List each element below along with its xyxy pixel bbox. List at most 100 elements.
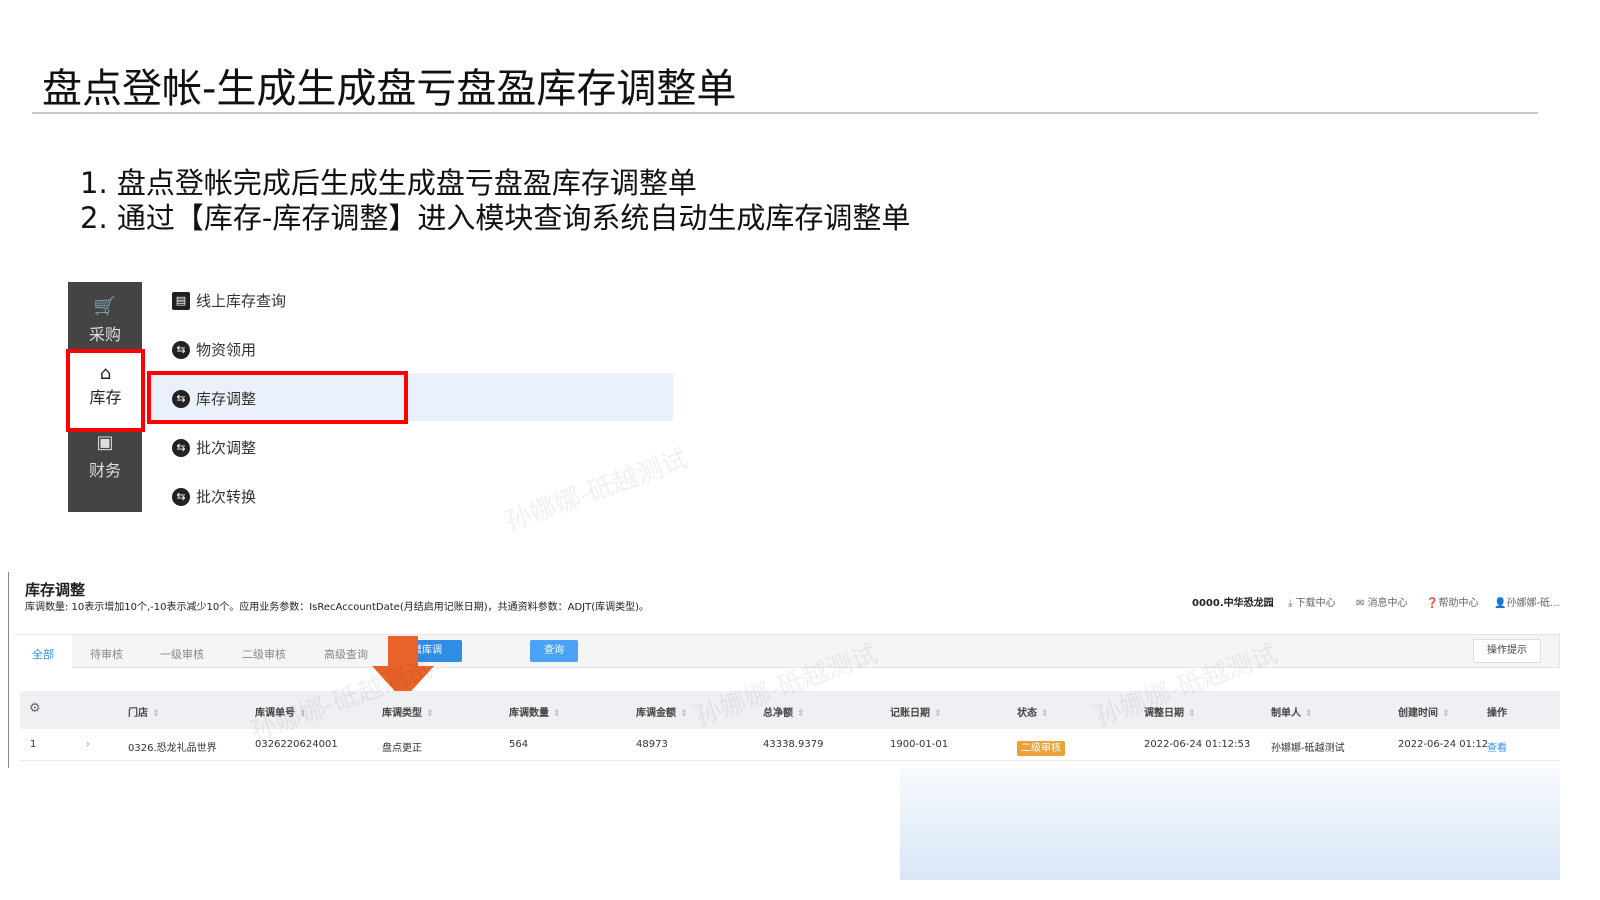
table-row-cell: 564 [509,739,528,750]
sort-icon[interactable]: ⇕ [1442,709,1450,719]
page-title: 库存调整 [25,581,86,599]
table-row-cell: 2022-06-24 01:12:53 [1144,739,1250,750]
column-header[interactable]: 库调金额 ⇕ [636,704,688,719]
download-center-link[interactable]: ⤓ 下载中心 [1288,594,1336,609]
table-cell: 48973 [636,739,668,750]
submenu-batch-adjust[interactable]: ⇆ 批次调整 [172,437,256,458]
exchange-icon: ⇆ [172,487,190,506]
sidebar-item-purchase[interactable]: 🛒 采购 [68,296,142,345]
help-center-link[interactable]: ❓帮助中心 [1426,594,1478,609]
submenu-batch-convert[interactable]: ⇆ 批次转换 [172,486,256,507]
submenu-label: 批次转换 [196,488,257,506]
page-description: 库调数量: 10表示增加10个,-10表示减少10个。应用业务参数：IsRecA… [25,602,650,613]
sidebar-label: 库存 [89,388,122,407]
table-row-cell: 48973 [636,739,668,750]
store-name[interactable]: 0000.中华恐龙园 [1192,594,1274,609]
column-header[interactable]: 状态 ⇕ [1017,704,1049,719]
column-header[interactable]: 库调数量 ⇕ [509,704,561,719]
settings-gear-icon[interactable]: ⚙ [29,701,41,716]
submenu-label: 库存调整 [196,390,257,408]
sort-icon[interactable]: ⇕ [934,709,942,719]
sidebar-label: 采购 [88,325,121,344]
table-cell: 2022-06-24 01:12 [1398,739,1489,750]
column-header[interactable]: 记账日期 ⇕ [890,704,942,719]
column-label: 操作 [1487,708,1507,719]
submenu-label: 物资领用 [196,341,257,359]
sort-icon[interactable]: ⇕ [1188,709,1196,719]
user-menu[interactable]: 👤孙娜娜-砥... [1494,594,1560,609]
column-header[interactable]: 库调类型 ⇕ [382,704,434,719]
table-cell: 564 [509,739,529,750]
submenu-online-stock[interactable]: ▤ 线上库存查询 [172,290,286,311]
sort-icon[interactable]: ⇕ [1041,709,1049,719]
tips-button[interactable]: 操作提示 [1473,639,1541,663]
column-header[interactable]: 创建时间 ⇕ [1398,704,1450,719]
sort-icon[interactable]: ⇕ [553,709,561,719]
table-cell: 2022-06-24 01:12:53 [1144,739,1251,750]
table-row-cell: 2022-06-24 01:12 [1398,739,1488,750]
link-label: 下载中心 [1295,598,1336,609]
column-label: 创建时间 [1398,708,1438,719]
column-label: 状态 [1017,708,1037,719]
sort-icon[interactable]: ⇕ [797,709,805,719]
exchange-icon: ⇆ [172,438,190,457]
mail-icon: ✉ [1356,598,1368,609]
table-cell: 43338.9379 [763,739,824,750]
finance-icon: ▣ [96,432,114,453]
sort-icon[interactable]: ⇕ [680,709,688,719]
watermark: 孙娜娜-砥越测试 [501,444,692,538]
table-row-cell: 43338.9379 [763,739,823,750]
column-label: 制单人 [1271,708,1301,719]
link-label: 帮助中心 [1438,598,1479,609]
table-cell: 1900-01-01 [890,739,949,750]
table-row-cell: 孙娜娜-砥越测试 [1271,739,1345,754]
expand-chevron-icon[interactable]: › [86,739,90,750]
slide-title: 盘点登帐-生成生成盘亏盘盈库存调整单 [42,66,737,112]
submenu-material-use[interactable]: ⇆ 物资领用 [172,339,256,360]
status-badge: 二级审核 [1017,741,1065,756]
row-divider [20,760,1560,761]
sidebar-label: 财务 [88,461,121,480]
tab-pending[interactable]: 待审核 [90,646,123,662]
message-center-link[interactable]: ✉ 消息中心 [1356,594,1408,609]
sort-icon[interactable]: ⇕ [426,709,434,719]
column-label: 库调类型 [382,708,422,719]
submenu-label: 线上库存查询 [196,292,287,310]
cart-icon: 🛒 [93,296,117,317]
table-row-cell: 盘点更正 [382,739,422,754]
table-cell: 孙娜娜-砥越测试 [1271,743,1345,754]
tab-level2[interactable]: 二级审核 [242,646,286,662]
link-label: 孙娜娜-砥... [1506,598,1560,609]
tab-advanced-query[interactable]: 高级查询 [324,646,368,662]
table-row-cell: 二级审核 [1017,739,1065,756]
column-label: 库调数量 [509,708,549,719]
document-icon: ▤ [172,291,190,310]
exchange-icon: ⇆ [172,389,190,408]
box-icon: ⌂ [99,363,112,384]
tab-all[interactable]: 全部 [14,635,72,669]
query-button[interactable]: 查询 [530,640,578,662]
title-divider [32,112,1538,114]
sort-icon[interactable]: ⇕ [1305,709,1313,719]
sidebar-item-finance[interactable]: ▣ 财务 [68,432,142,481]
sort-icon[interactable]: ⇕ [152,709,160,719]
help-icon: ❓ [1426,598,1439,609]
column-header[interactable]: 制单人 ⇕ [1271,704,1313,719]
view-link[interactable]: 查看 [1487,743,1507,754]
bullet-2: 2. 通过【库存-库存调整】进入模块查询系统自动生成库存调整单 [80,201,911,235]
row-index: 1 [30,739,37,750]
column-label: 门店 [128,708,148,719]
submenu-label: 批次调整 [196,439,257,457]
column-label: 库调金额 [636,708,676,719]
column-label: 记账日期 [890,708,930,719]
table-cell: 0326.恐龙礼品世界 [128,743,217,754]
tab-level1[interactable]: 一级审核 [160,646,204,662]
submenu-stock-adjust[interactable]: ⇆ 库存调整 [172,388,256,409]
link-label: 消息中心 [1367,598,1408,609]
sidebar-item-inventory[interactable]: ⌂ 库存 [66,349,145,432]
table-row-cell: 0326.恐龙礼品世界 [128,739,217,754]
city-background-decoration [900,768,1560,880]
column-header[interactable]: 操作 [1487,704,1507,719]
column-header[interactable]: 门店 ⇕ [128,704,160,719]
user-icon: 👤 [1494,598,1507,609]
